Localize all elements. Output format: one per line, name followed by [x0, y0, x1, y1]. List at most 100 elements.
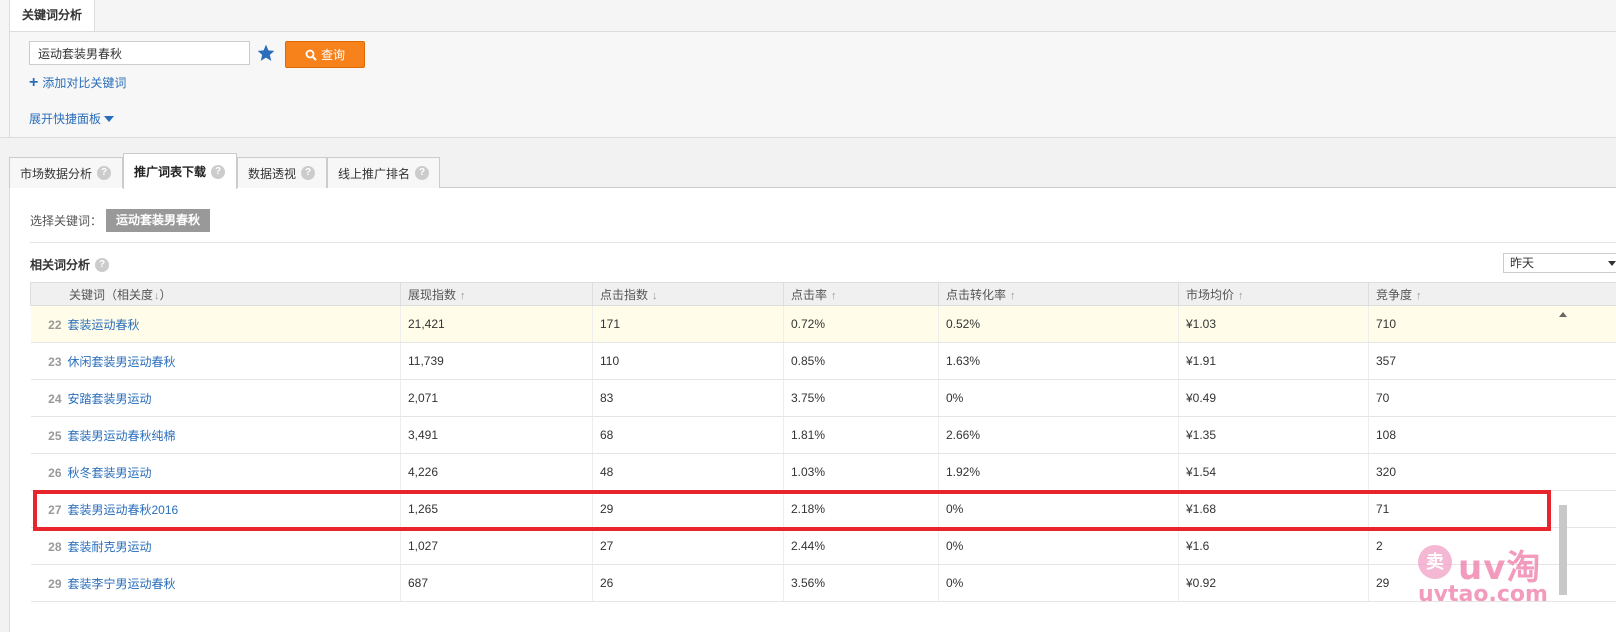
ctr-cell: 0.85% — [783, 342, 939, 380]
uvtao-watermark: 卖 uv淘 uvtao.com — [1414, 540, 1614, 610]
impressions-cell: 3,491 — [400, 416, 593, 454]
price-cell: ¥1.03 — [1178, 305, 1369, 343]
help-icon[interactable]: ? — [95, 257, 110, 272]
cvr-cell: 0% — [938, 379, 1179, 417]
ctr-cell: 1.03% — [783, 453, 939, 491]
sort-down-icon: ↓ — [652, 289, 658, 302]
rank-number: 27 — [48, 502, 62, 517]
add-compare-keyword-link[interactable]: + 添加对比关键词 — [29, 74, 126, 91]
help-icon[interactable]: ? — [415, 166, 429, 180]
ctr-cell: 0.72% — [783, 305, 939, 343]
keyword-link[interactable]: 套装男运动春秋2016 — [68, 503, 179, 517]
keyword-link[interactable]: 秋冬套装男运动 — [68, 466, 152, 480]
sort-up-icon: ↑ — [1416, 289, 1422, 302]
price-cell: ¥1.35 — [1178, 416, 1369, 454]
keyword-cell: 23 休闲套装男运动春秋 — [30, 342, 401, 380]
selected-keyword-tag[interactable]: 运动套装男春秋 — [106, 209, 211, 232]
impressions-cell: 11,739 — [400, 342, 593, 380]
ctr-cell: 2.18% — [783, 490, 939, 528]
impressions-cell: 21,421 — [400, 305, 593, 343]
impressions-cell: 4,226 — [400, 453, 593, 491]
expand-quick-panel-link[interactable]: 展开快捷面板 — [29, 110, 115, 127]
competition-cell: 357 — [1368, 342, 1616, 380]
rank-number: 24 — [48, 391, 62, 406]
keyword-cell: 29 套装李宁男运动春秋 — [30, 564, 401, 602]
table-row: 29 套装李宁男运动春秋 687 26 3.56% 0% ¥0.92 29 — [30, 564, 1616, 602]
clicks-cell: 68 — [592, 416, 784, 454]
tab-data-pivot[interactable]: 数据透视 ? — [237, 157, 327, 188]
ctr-cell: 3.56% — [783, 564, 939, 602]
main-content: 选择关键词： 运动套装男春秋 相关词分析 ? 昨天 关键词（相关度↓） 展现指数… — [9, 188, 1616, 632]
keyword-link[interactable]: 套装李宁男运动春秋 — [68, 577, 176, 591]
tab-label: 市场数据分析 — [20, 166, 93, 181]
cvr-cell: 0% — [938, 490, 1179, 528]
star-icon[interactable] — [256, 43, 276, 63]
keyword-link[interactable]: 套装耐克男运动 — [68, 540, 152, 554]
keyword-link[interactable]: 休闲套装男运动春秋 — [68, 355, 176, 369]
sort-up-icon: ↑ — [831, 289, 837, 302]
select-keyword-label: 选择关键词： — [30, 214, 103, 228]
col-header-keyword[interactable]: 关键词（相关度↓） — [30, 282, 401, 306]
table-header-row: 关键词（相关度↓） 展现指数 ↑ 点击指数 ↓ 点击率 ↑ 点击转化率 ↑ 市场均价 ↑ … — [30, 282, 1616, 306]
clicks-cell: 171 — [592, 305, 784, 343]
col-header-price[interactable]: 市场均价 ↑ — [1178, 282, 1369, 306]
table-row: 23 休闲套装男运动春秋 11,739 110 0.85% 1.63% ¥1.91… — [30, 342, 1616, 380]
help-icon[interactable]: ? — [97, 166, 112, 180]
rank-number: 22 — [48, 317, 62, 332]
competition-cell: 70 — [1368, 379, 1616, 417]
cvr-cell: 1.63% — [938, 342, 1179, 380]
clicks-cell: 83 — [592, 379, 784, 417]
related-title-text: 相关词分析 — [30, 258, 91, 272]
clicks-cell: 48 — [592, 453, 784, 491]
query-button-label: 查询 — [320, 48, 345, 62]
keyword-search-input[interactable] — [29, 41, 250, 65]
col-header-clicks[interactable]: 点击指数 ↓ — [592, 282, 784, 306]
rank-number: 29 — [48, 576, 62, 591]
tab-keyword-analysis[interactable]: 关键词分析 — [9, 0, 96, 31]
col-header-cvr[interactable]: 点击转化率 ↑ — [938, 282, 1179, 306]
price-cell: ¥0.92 — [1178, 564, 1369, 602]
cvr-cell: 1.92% — [938, 453, 1179, 491]
watermark-seal: 卖 — [1418, 545, 1452, 579]
keyword-cell: 22 套装运动春秋 — [30, 305, 401, 343]
help-icon[interactable]: ? — [211, 164, 226, 179]
keyword-link[interactable]: 套装运动春秋 — [68, 318, 140, 332]
competition-cell: 71 — [1368, 490, 1616, 528]
scroll-up-icon[interactable] — [1559, 312, 1567, 317]
date-range-select[interactable]: 昨天 — [1503, 253, 1616, 273]
tab-label: 推广词表下载 — [134, 165, 207, 179]
keyword-cell: 27 套装男运动春秋2016 — [30, 490, 401, 528]
col-header-competition[interactable]: 竞争度 ↑ — [1368, 282, 1616, 306]
impressions-cell: 1,265 — [400, 490, 593, 528]
date-select-value: 昨天 — [1510, 256, 1535, 270]
col-header-impressions[interactable]: 展现指数 ↑ — [400, 282, 593, 306]
col-header-ctr[interactable]: 点击率 ↑ — [783, 282, 939, 306]
tab-market-data[interactable]: 市场数据分析 ? — [9, 157, 123, 188]
clicks-cell: 27 — [592, 527, 784, 565]
keyword-link[interactable]: 套装男运动春秋纯棉 — [68, 429, 176, 443]
help-icon[interactable]: ? — [301, 166, 316, 180]
price-cell: ¥1.68 — [1178, 490, 1369, 528]
rank-number: 23 — [48, 354, 62, 369]
cvr-cell: 2.66% — [938, 416, 1179, 454]
table-row: 24 安踏套装男运动 2,071 83 3.75% 0% ¥0.49 70 — [30, 379, 1616, 417]
keyword-cell: 24 安踏套装男运动 — [30, 379, 401, 417]
competition-cell: 108 — [1368, 416, 1616, 454]
query-button[interactable]: 查询 — [285, 41, 365, 68]
table-row: 22 套装运动春秋 21,421 171 0.72% 0.52% ¥1.03 71… — [30, 305, 1616, 343]
keyword-link[interactable]: 安踏套装男运动 — [68, 392, 152, 406]
tab-promo-wordlist[interactable]: 推广词表下载 ? — [123, 153, 237, 189]
price-cell: ¥1.6 — [1178, 527, 1369, 565]
price-cell: ¥0.49 — [1178, 379, 1369, 417]
ctr-cell: 2.44% — [783, 527, 939, 565]
table-row: 27 套装男运动春秋2016 1,265 29 2.18% 0% ¥1.68 71 — [30, 490, 1616, 528]
competition-cell: 710 — [1368, 305, 1616, 343]
price-cell: ¥1.91 — [1178, 342, 1369, 380]
ctr-cell: 3.75% — [783, 379, 939, 417]
tabs-bar: 市场数据分析 ? 推广词表下载 ? 数据透视 ? 线上推广排名 ? — [9, 153, 1616, 189]
watermark-url: uvtao.com — [1418, 582, 1548, 607]
ctr-cell: 1.81% — [783, 416, 939, 454]
tab-online-ranking[interactable]: 线上推广排名 ? — [327, 157, 440, 188]
caret-down-icon — [104, 115, 115, 122]
table-row: 26 秋冬套装男运动 4,226 48 1.03% 1.92% ¥1.54 320 — [30, 453, 1616, 491]
